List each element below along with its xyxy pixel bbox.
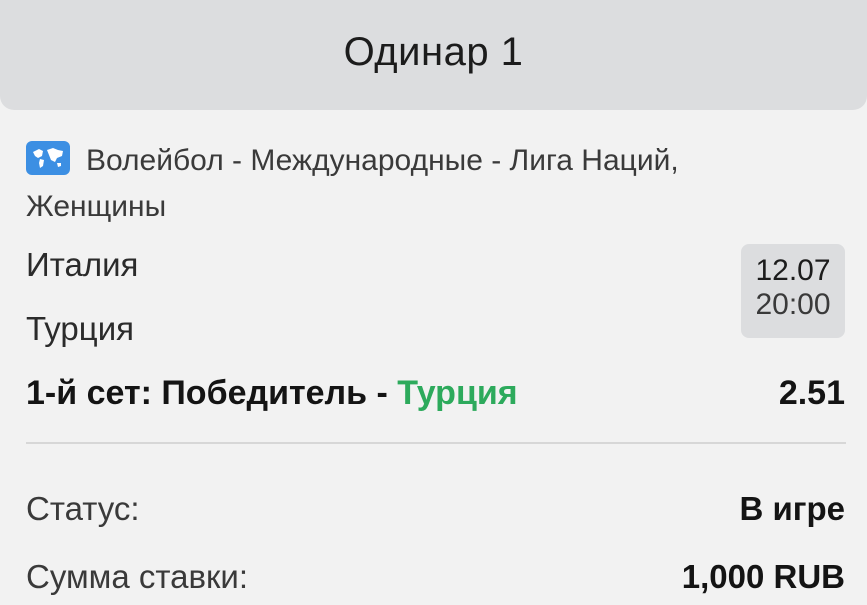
bet-header: Одинар 1	[0, 0, 867, 110]
status-label: Статус:	[26, 490, 140, 527]
league-line: Волейбол - Международные - Лига Наций, Ж…	[26, 138, 826, 230]
event-datetime: 12.07 20:00	[741, 244, 845, 338]
event-time: 20:00	[755, 288, 831, 321]
bet-odds: 2.51	[778, 374, 845, 412]
status-value: В игре	[739, 490, 845, 527]
event-date: 12.07	[755, 254, 831, 287]
bet-title: Одинар 1	[343, 29, 524, 74]
bet-market: 1-й сет: Победитель - Турция	[26, 374, 518, 413]
market-name: 1-й сет: Победитель	[26, 374, 368, 412]
bet-card: Волейбол - Международные - Лига Наций, Ж…	[0, 110, 867, 605]
market-separator: -	[367, 374, 398, 412]
divider	[26, 442, 846, 444]
league-name: Волейбол - Международные - Лига Наций, Ж…	[26, 144, 679, 223]
stake-label: Сумма ставки:	[26, 558, 249, 595]
bet-pick: Турция	[397, 374, 518, 412]
team-home: Италия	[26, 246, 139, 283]
world-map-icon	[26, 141, 70, 175]
stake-value: 1,000 RUB	[681, 558, 845, 595]
team-away: Турция	[26, 310, 134, 347]
